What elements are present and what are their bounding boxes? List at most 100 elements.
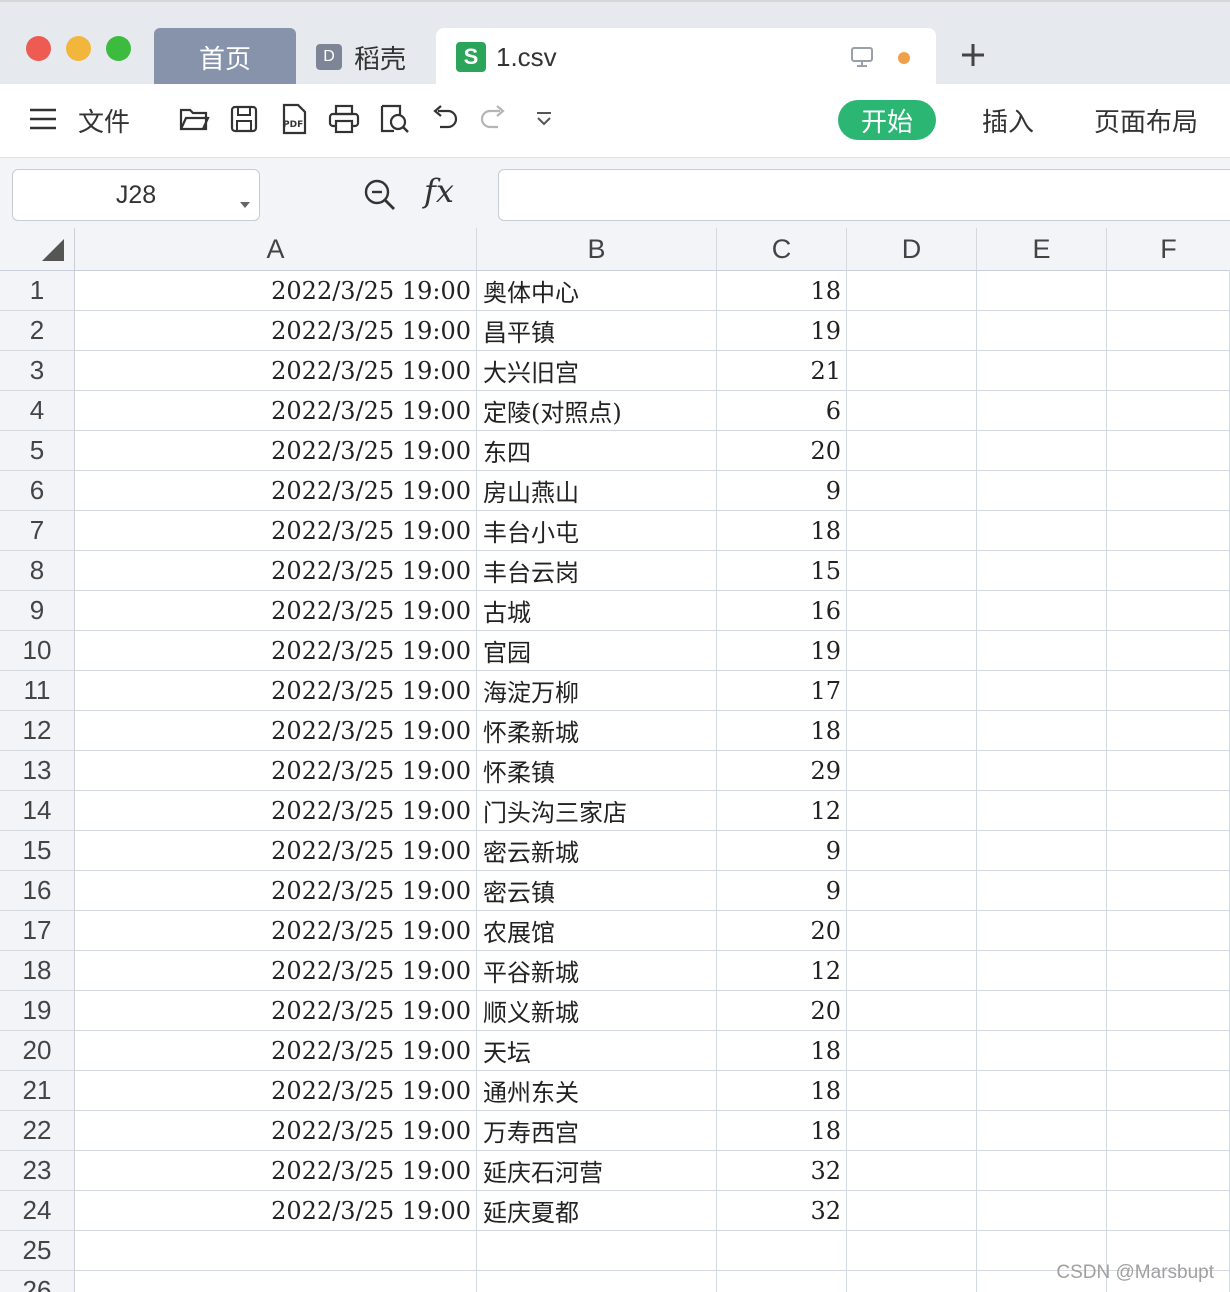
cell-c[interactable]: 18 [717,1031,847,1070]
cell-d[interactable] [847,711,977,750]
cell-b[interactable]: 延庆夏都 [477,1191,717,1230]
open-folder-icon[interactable] [177,102,211,136]
cell-a[interactable]: 2022/3/25 19:00 [75,911,477,950]
cell-f[interactable] [1107,511,1230,550]
cell-b[interactable]: 天坛 [477,1031,717,1070]
cell-b[interactable]: 丰台小屯 [477,511,717,550]
column-header-f[interactable]: F [1107,228,1230,271]
cell-f[interactable] [1107,351,1230,390]
tab-file[interactable]: S 1.csv [436,28,936,86]
cell-b[interactable]: 怀柔镇 [477,751,717,790]
cell-a[interactable]: 2022/3/25 19:00 [75,751,477,790]
cell-e[interactable] [977,791,1107,830]
row-header[interactable]: 26 [0,1271,75,1292]
cell-d[interactable] [847,791,977,830]
cell-e[interactable] [977,1191,1107,1230]
column-header-a[interactable]: A [75,228,477,271]
cell-a[interactable]: 2022/3/25 19:00 [75,631,477,670]
cell-b[interactable]: 奥体中心 [477,271,717,310]
cell-a[interactable]: 2022/3/25 19:00 [75,1151,477,1190]
cell-b[interactable]: 平谷新城 [477,951,717,990]
monitor-icon[interactable] [850,45,874,76]
row-header[interactable]: 25 [0,1231,75,1270]
cell-e[interactable] [977,751,1107,790]
cell-f[interactable] [1107,751,1230,790]
row-header[interactable]: 7 [0,511,75,550]
cell-f[interactable] [1107,431,1230,470]
cell-a[interactable]: 2022/3/25 19:00 [75,831,477,870]
add-tab-icon[interactable] [960,42,986,73]
cell-d[interactable] [847,1231,977,1270]
cell-e[interactable] [977,671,1107,710]
cell-c[interactable]: 18 [717,271,847,310]
cell-f[interactable] [1107,1071,1230,1110]
cell-a[interactable] [75,1231,477,1270]
cell-d[interactable] [847,1151,977,1190]
row-header[interactable]: 12 [0,711,75,750]
start-tab-button[interactable]: 开始 [838,100,936,140]
cell-c[interactable]: 19 [717,311,847,350]
cell-d[interactable] [847,831,977,870]
zoom-icon[interactable] [362,177,398,218]
fx-label[interactable]: fx [424,172,454,210]
cell-c[interactable]: 21 [717,351,847,390]
column-header-e[interactable]: E [977,228,1107,271]
row-header[interactable]: 23 [0,1151,75,1190]
cell-e[interactable] [977,911,1107,950]
save-icon[interactable] [227,102,261,136]
cell-d[interactable] [847,311,977,350]
cell-a[interactable]: 2022/3/25 19:00 [75,1031,477,1070]
cell-a[interactable]: 2022/3/25 19:00 [75,791,477,830]
tab-daoke[interactable]: D 稻壳 [296,28,436,86]
cell-a[interactable] [75,1271,477,1292]
cell-e[interactable] [977,271,1107,310]
cell-e[interactable] [977,831,1107,870]
export-pdf-icon[interactable]: PDF [277,102,311,136]
cell-c[interactable]: 9 [717,831,847,870]
cell-e[interactable] [977,511,1107,550]
cell-d[interactable] [847,871,977,910]
cell-a[interactable]: 2022/3/25 19:00 [75,671,477,710]
cell-a[interactable]: 2022/3/25 19:00 [75,351,477,390]
cell-a[interactable]: 2022/3/25 19:00 [75,1111,477,1150]
cell-d[interactable] [847,551,977,590]
cell-f[interactable] [1107,911,1230,950]
cell-d[interactable] [847,1031,977,1070]
cell-b[interactable]: 东四 [477,431,717,470]
cell-d[interactable] [847,1071,977,1110]
cell-e[interactable] [977,551,1107,590]
cell-f[interactable] [1107,1111,1230,1150]
cell-d[interactable] [847,351,977,390]
cell-d[interactable] [847,991,977,1030]
row-header[interactable]: 4 [0,391,75,430]
cell-c[interactable] [717,1231,847,1270]
row-header[interactable]: 21 [0,1071,75,1110]
cell-d[interactable] [847,391,977,430]
cell-b[interactable]: 定陵(对照点) [477,391,717,430]
cell-f[interactable] [1107,591,1230,630]
row-header[interactable]: 3 [0,351,75,390]
row-header[interactable]: 6 [0,471,75,510]
cell-c[interactable]: 20 [717,431,847,470]
cell-b[interactable] [477,1231,717,1270]
cell-b[interactable]: 海淀万柳 [477,671,717,710]
cell-b[interactable]: 昌平镇 [477,311,717,350]
cell-c[interactable]: 18 [717,1111,847,1150]
cell-f[interactable] [1107,271,1230,310]
close-window-button[interactable] [26,36,51,61]
cell-e[interactable] [977,711,1107,750]
cell-d[interactable] [847,271,977,310]
row-header[interactable]: 14 [0,791,75,830]
row-header[interactable]: 19 [0,991,75,1030]
cell-a[interactable]: 2022/3/25 19:00 [75,871,477,910]
cell-c[interactable]: 15 [717,551,847,590]
cell-b[interactable]: 房山燕山 [477,471,717,510]
cell-d[interactable] [847,1111,977,1150]
cell-a[interactable]: 2022/3/25 19:00 [75,471,477,510]
cell-c[interactable] [717,1271,847,1292]
cell-f[interactable] [1107,991,1230,1030]
cell-c[interactable]: 18 [717,1071,847,1110]
cell-a[interactable]: 2022/3/25 19:00 [75,431,477,470]
cell-e[interactable] [977,311,1107,350]
cell-f[interactable] [1107,1191,1230,1230]
